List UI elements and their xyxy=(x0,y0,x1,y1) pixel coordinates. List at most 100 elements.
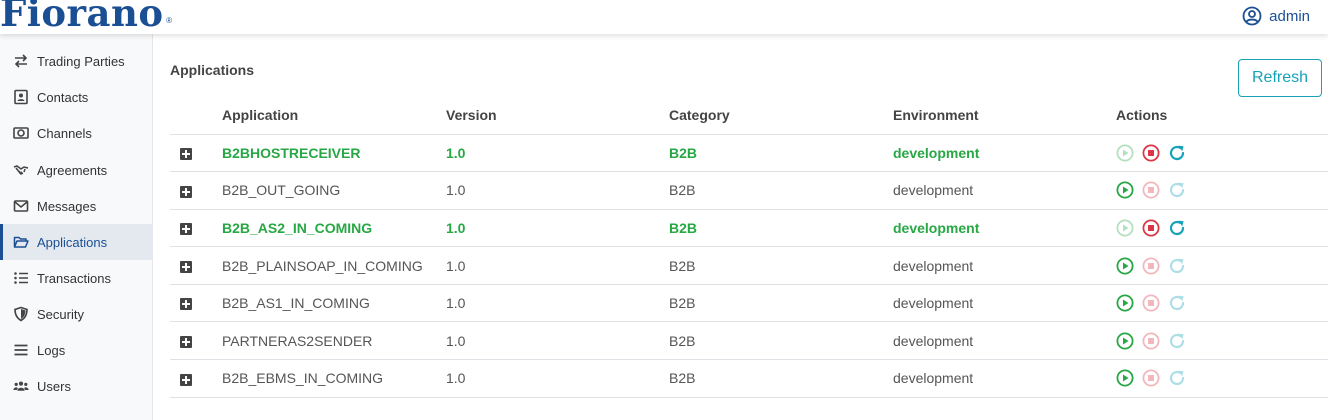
stop-icon[interactable] xyxy=(1142,219,1160,237)
top-bar: Fiorano ® admin xyxy=(0,0,1328,34)
version-cell: 1.0 xyxy=(446,284,669,323)
restart-icon[interactable] xyxy=(1168,369,1186,387)
run-icon[interactable] xyxy=(1116,369,1134,387)
contact-card-icon xyxy=(14,89,28,105)
category-cell: B2B xyxy=(669,321,893,361)
stop-icon[interactable] xyxy=(1142,257,1160,275)
expand-plus-icon[interactable] xyxy=(180,373,192,386)
sidebar-item-label: Channels xyxy=(37,125,92,141)
category-cell: B2B xyxy=(669,284,893,323)
expand-plus-icon[interactable] xyxy=(180,148,192,161)
sidebar-item-trading-parties[interactable]: Trading Parties xyxy=(0,43,153,79)
stop-icon[interactable] xyxy=(1142,144,1160,162)
stop-icon[interactable] xyxy=(1142,332,1160,350)
sidebar-item-label: Applications xyxy=(37,234,108,250)
actions-cell xyxy=(1116,134,1328,173)
sidebar-item-security[interactable]: Security xyxy=(0,296,153,332)
sidebar-item-applications[interactable]: Applications xyxy=(0,224,153,260)
application-name-cell: B2BHOSTRECEIVER xyxy=(222,134,446,173)
environment-cell: development xyxy=(893,359,1116,398)
sidebar-item-transactions[interactable]: Transactions xyxy=(0,260,153,296)
column-header-environment: Environment xyxy=(893,97,1116,135)
expand-plus-icon[interactable] xyxy=(180,298,192,311)
table-row: B2B_EBMS_IN_COMING 1.0 B2B development xyxy=(170,359,1328,398)
user-name: admin xyxy=(1269,7,1310,25)
run-icon[interactable] xyxy=(1116,181,1134,199)
version-cell: 1.0 xyxy=(446,171,669,210)
environment-cell: development xyxy=(893,246,1116,285)
sidebar-item-contacts[interactable]: Contacts xyxy=(0,79,153,115)
actions-cell xyxy=(1116,284,1328,323)
application-name-cell: B2B_OUT_GOING xyxy=(222,171,446,210)
sidebar-item-messages[interactable]: Messages xyxy=(0,188,153,224)
table-row: B2B_AS1_IN_COMING 1.0 B2B development xyxy=(170,284,1328,323)
actions-cell xyxy=(1116,209,1328,248)
version-cell: 1.0 xyxy=(446,321,669,361)
environment-cell: development xyxy=(893,134,1116,173)
expand-cell xyxy=(170,284,222,323)
application-name-cell: B2B_AS1_IN_COMING xyxy=(222,284,446,323)
run-icon[interactable] xyxy=(1116,332,1134,350)
sidebar-item-label: Transactions xyxy=(37,270,111,286)
version-cell: 1.0 xyxy=(446,209,669,248)
expand-cell xyxy=(170,134,222,173)
run-icon[interactable] xyxy=(1116,144,1134,162)
stop-icon[interactable] xyxy=(1142,294,1160,312)
user-menu[interactable]: admin xyxy=(1242,6,1310,26)
restart-icon[interactable] xyxy=(1168,181,1186,199)
expand-plus-icon[interactable] xyxy=(180,223,192,236)
expand-cell xyxy=(170,246,222,285)
category-cell: B2B xyxy=(669,359,893,398)
sidebar-item-label: Users xyxy=(37,378,71,394)
expand-plus-icon[interactable] xyxy=(180,336,192,349)
expand-plus-icon[interactable] xyxy=(180,260,192,273)
expand-cell xyxy=(170,359,222,398)
table-row: PARTNERAS2SENDER 1.0 B2B development xyxy=(170,321,1328,361)
column-header-actions: Actions xyxy=(1116,97,1328,135)
table-header-row: Application Version Category Environment… xyxy=(170,97,1328,135)
handshake-icon xyxy=(13,165,29,175)
column-header-category: Category xyxy=(669,97,893,135)
envelope-icon xyxy=(13,200,29,212)
restart-icon[interactable] xyxy=(1168,219,1186,237)
run-icon[interactable] xyxy=(1116,257,1134,275)
actions-cell xyxy=(1116,359,1328,398)
restart-icon[interactable] xyxy=(1168,144,1186,162)
refresh-button[interactable]: Refresh xyxy=(1238,59,1322,97)
bars-icon xyxy=(14,344,28,356)
restart-icon[interactable] xyxy=(1168,257,1186,275)
environment-cell: development xyxy=(893,284,1116,323)
category-cell: B2B xyxy=(669,134,893,173)
table-row: B2BHOSTRECEIVER 1.0 B2B development xyxy=(170,134,1328,173)
sidebar-item-channels[interactable]: Channels xyxy=(0,115,153,151)
table-row: B2B_OUT_GOING 1.0 B2B development xyxy=(170,171,1328,210)
restart-icon[interactable] xyxy=(1168,294,1186,312)
run-icon[interactable] xyxy=(1116,219,1134,237)
sidebar-item-users[interactable]: Users xyxy=(0,368,153,404)
fiorano-logo[interactable]: Fiorano ® xyxy=(0,0,172,35)
column-header-application: Application xyxy=(222,97,446,135)
run-icon[interactable] xyxy=(1116,294,1134,312)
application-name-cell: PARTNERAS2SENDER xyxy=(222,321,446,361)
stop-icon[interactable] xyxy=(1142,369,1160,387)
table-row: B2B_PLAINSOAP_IN_COMING 1.0 B2B development xyxy=(170,246,1328,285)
expand-column-header xyxy=(170,97,222,135)
sidebar-item-agreements[interactable]: Agreements xyxy=(0,152,153,188)
sidebar-item-label: Messages xyxy=(37,198,97,214)
sidebar-item-label: Contacts xyxy=(37,89,89,105)
logo-text: Fiorano xyxy=(0,0,164,35)
expand-cell xyxy=(170,321,222,361)
category-cell: B2B xyxy=(669,209,893,248)
restart-icon[interactable] xyxy=(1168,332,1186,350)
stop-icon[interactable] xyxy=(1142,181,1160,199)
version-cell: 1.0 xyxy=(446,359,669,398)
environment-cell: development xyxy=(893,209,1116,248)
sidebar-item-logs[interactable]: Logs xyxy=(0,332,153,368)
environment-cell: development xyxy=(893,171,1116,210)
table-body: B2BHOSTRECEIVER 1.0 B2B development B2B_OUT_… xyxy=(170,134,1328,398)
version-cell: 1.0 xyxy=(446,246,669,285)
actions-cell xyxy=(1116,246,1328,285)
expand-plus-icon[interactable] xyxy=(180,185,192,198)
sidebar-item-label: Agreements xyxy=(37,162,108,178)
expand-cell xyxy=(170,171,222,210)
